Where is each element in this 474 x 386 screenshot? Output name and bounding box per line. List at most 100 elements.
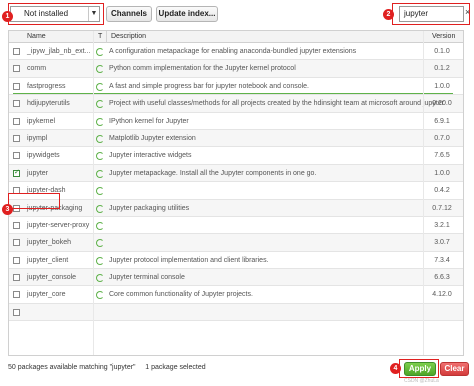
package-description: IPython kernel for Jupyter bbox=[109, 117, 189, 125]
package-name: jupyter_core bbox=[27, 291, 66, 299]
loading-status-icon bbox=[96, 221, 104, 230]
row-checkbox[interactable] bbox=[13, 48, 20, 55]
column-separator bbox=[106, 31, 107, 43]
table-row[interactable]: ipywidgets Jupyter interactive widgets 7.6… bbox=[9, 147, 463, 165]
loading-status-icon bbox=[96, 100, 104, 109]
loading-status-icon bbox=[96, 82, 104, 91]
watermark: CSDN @ZhuLa bbox=[404, 378, 439, 384]
table-row[interactable]: jupyter-dash 0.4.2 bbox=[9, 182, 463, 200]
package-version: 0.7.12 bbox=[432, 204, 452, 212]
package-description: Jupyter protocol implementation and clie… bbox=[109, 256, 269, 264]
matching-count: 50 packages available matching "jupyter" bbox=[8, 364, 136, 371]
package-version: 0.1.0 bbox=[434, 48, 450, 55]
table-row[interactable]: ipympl Matplotlib Jupyter extension 0.7.0 bbox=[9, 129, 463, 148]
table-header: Name T Description Version bbox=[9, 31, 463, 43]
package-description: A configuration metapackage for enabling… bbox=[109, 48, 357, 55]
loading-status-icon bbox=[96, 65, 104, 74]
package-description: Matplotlib Jupyter extension bbox=[109, 134, 196, 142]
package-version: 0.4.2 bbox=[434, 187, 450, 195]
table-row[interactable]: _ipyw_jlab_nb_ext... A configuration meta… bbox=[9, 43, 463, 61]
package-name: fastprogress bbox=[27, 82, 66, 90]
row-checkbox[interactable] bbox=[13, 274, 20, 282]
package-name: jupyter-server-proxy bbox=[27, 221, 90, 229]
package-version: 6.9.1 bbox=[434, 117, 450, 125]
package-name: _ipyw_jlab_nb_ext... bbox=[27, 48, 91, 55]
loading-status-icon bbox=[96, 134, 104, 143]
package-name: jupyter_client bbox=[27, 256, 69, 264]
package-name: hdijupyterutils bbox=[27, 100, 70, 108]
row-checkbox[interactable] bbox=[13, 65, 20, 73]
package-description: Jupyter terminal console bbox=[109, 274, 185, 282]
package-description: Project with useful classes/methods for … bbox=[109, 100, 444, 108]
annotation-badge-4: 4 bbox=[390, 363, 401, 374]
package-name: ipykernel bbox=[27, 117, 56, 125]
channels-button[interactable]: Channels bbox=[106, 6, 152, 22]
table-row[interactable]: hdijupyterutils Project with useful class… bbox=[9, 95, 463, 113]
table-row[interactable]: comm Python comm implementation for the J… bbox=[9, 60, 463, 78]
table-row[interactable]: ipykernel IPython kernel for Jupyter 6.9.1 bbox=[9, 113, 463, 130]
package-description: A fast and simple progress bar for jupyt… bbox=[109, 82, 310, 90]
package-description: Jupyter interactive widgets bbox=[109, 152, 192, 160]
packages-table: Name T Description Version _ipyw_jlab_nb… bbox=[8, 30, 464, 356]
table-row[interactable]: jupyter Jupyter metapackage. Install all … bbox=[9, 164, 463, 183]
row-checkbox[interactable] bbox=[13, 117, 20, 125]
loading-status-icon bbox=[96, 152, 104, 161]
update-index-button[interactable]: Update index... bbox=[156, 6, 218, 22]
column-separator bbox=[423, 31, 424, 355]
package-version: 0.20.0 bbox=[432, 100, 452, 108]
row-checkbox[interactable] bbox=[13, 134, 20, 142]
row-checkbox[interactable] bbox=[13, 100, 20, 108]
package-name: ipympl bbox=[27, 134, 48, 142]
clear-button[interactable]: Clear bbox=[440, 362, 469, 376]
status-bar: 50 packages available matching "jupyter"… bbox=[8, 364, 206, 371]
row-checkbox[interactable] bbox=[13, 168, 20, 177]
loading-status-icon bbox=[96, 274, 104, 283]
row-checkbox[interactable] bbox=[13, 308, 20, 316]
annotation-frame-jupyter-row bbox=[8, 193, 60, 209]
row-checkbox[interactable] bbox=[13, 239, 20, 247]
package-name: ipywidgets bbox=[27, 152, 60, 160]
package-name: jupyter_console bbox=[27, 274, 77, 282]
package-version: 1.0.0 bbox=[434, 169, 450, 177]
table-row[interactable]: jupyter_console Jupyter terminal console 6… bbox=[9, 269, 463, 287]
package-name: jupyter_bokeh bbox=[27, 239, 71, 247]
header-version[interactable]: Version bbox=[432, 33, 455, 40]
row-checkbox[interactable] bbox=[13, 291, 20, 299]
annotation-frame-filter bbox=[8, 3, 104, 25]
header-description[interactable]: Description bbox=[111, 33, 146, 40]
row-checkbox[interactable] bbox=[13, 152, 20, 160]
annotation-badge-2: 2 bbox=[383, 9, 394, 20]
package-version: 0.1.2 bbox=[434, 65, 450, 73]
loading-status-icon bbox=[96, 256, 104, 265]
header-type[interactable]: T bbox=[98, 33, 102, 40]
loading-status-icon bbox=[96, 117, 104, 126]
table-row[interactable]: jupyter_bokeh 3.0.7 bbox=[9, 234, 463, 252]
annotation-badge-1: 1 bbox=[2, 11, 13, 22]
package-version: 1.0.0 bbox=[434, 82, 450, 90]
package-description: Jupyter metapackage. Install all the Jup… bbox=[109, 169, 317, 177]
table-row[interactable]: jupyter-server-proxy 3.2.1 bbox=[9, 217, 463, 235]
table-row[interactable]: jupyter_client Jupyter protocol implement… bbox=[9, 252, 463, 270]
package-version: 3.0.7 bbox=[434, 239, 450, 247]
package-description: Python comm implementation for the Jupyt… bbox=[109, 65, 296, 73]
header-name[interactable]: Name bbox=[27, 33, 46, 40]
package-description: Jupyter packaging utilities bbox=[109, 204, 190, 212]
table-body: _ipyw_jlab_nb_ext... A configuration meta… bbox=[9, 43, 463, 322]
annotation-frame-search bbox=[392, 3, 470, 25]
package-version: 3.2.1 bbox=[434, 221, 450, 229]
loading-status-icon bbox=[96, 187, 104, 196]
row-checkbox[interactable] bbox=[13, 221, 20, 229]
loading-status-icon bbox=[96, 48, 104, 56]
table-row[interactable] bbox=[9, 303, 463, 322]
table-row[interactable]: jupyter_core Core common functionality of… bbox=[9, 286, 463, 304]
table-row[interactable]: jupyter-packaging Jupyter packaging utili… bbox=[9, 199, 463, 217]
selected-count: 1 package selected bbox=[145, 364, 206, 371]
package-version: 4.12.0 bbox=[432, 291, 452, 299]
row-checkbox[interactable] bbox=[13, 256, 20, 264]
annotation-badge-3: 3 bbox=[2, 204, 13, 215]
package-name: jupyter bbox=[27, 169, 49, 177]
row-checkbox[interactable] bbox=[13, 82, 20, 90]
table-row[interactable]: fastprogress A fast and simple progress b… bbox=[9, 78, 463, 96]
progress-bar bbox=[13, 93, 453, 95]
loading-status-icon bbox=[96, 239, 104, 248]
